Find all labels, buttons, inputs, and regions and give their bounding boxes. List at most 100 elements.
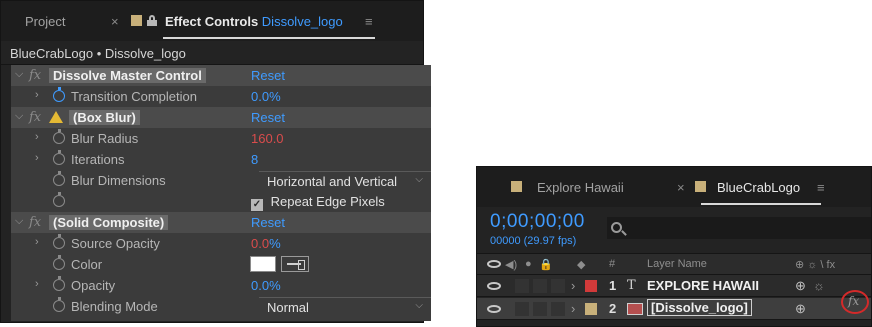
- stopwatch-icon[interactable]: [53, 297, 65, 315]
- effect-row-solid-composite[interactable]: ⌵ fx (Solid Composite) Reset: [11, 212, 431, 233]
- blur-dimensions-dropdown[interactable]: Horizontal and Vertical ⌵: [259, 171, 431, 190]
- property-value[interactable]: 160.0: [251, 131, 284, 146]
- lock-icon[interactable]: [147, 15, 157, 26]
- breadcrumb-text: BlueCrabLogo • Dissolve_logo: [10, 46, 186, 61]
- layer-label-color[interactable]: [585, 280, 597, 292]
- stopwatch-icon[interactable]: [53, 192, 65, 210]
- active-tab-underline: [701, 203, 821, 205]
- chevron-down-icon[interactable]: ⌵: [15, 110, 23, 123]
- fx-icon[interactable]: fx: [848, 294, 859, 308]
- fx-icon[interactable]: fx: [29, 215, 41, 230]
- chevron-right-icon[interactable]: ›: [35, 89, 39, 101]
- repeat-edge-pixels-checkbox[interactable]: ✓ Repeat Edge Pixels: [251, 194, 385, 211]
- property-row-transition-completion: › Transition Completion 0.0%: [11, 86, 431, 107]
- layer-row[interactable]: › 1 T EXPLORE HAWAII ⊕ ☼: [477, 275, 871, 297]
- layer-name[interactable]: [Dissolve_logo]: [647, 299, 752, 316]
- tab-effect-controls-layer: Dissolve_logo: [261, 14, 343, 29]
- dropdown-value: Normal: [267, 300, 309, 315]
- effect-row-box-blur[interactable]: ⌵ fx (Box Blur) Reset: [11, 107, 431, 128]
- tab-close-icon[interactable]: ×: [677, 180, 685, 195]
- chevron-down-icon[interactable]: ⌵: [15, 215, 23, 228]
- lock-toggle[interactable]: [551, 302, 565, 316]
- label-tag-icon[interactable]: ◆: [577, 258, 585, 271]
- search-input[interactable]: [607, 217, 871, 239]
- chevron-right-icon[interactable]: ›: [35, 278, 39, 290]
- precomp-icon: [627, 303, 643, 315]
- lock-toggle[interactable]: [551, 279, 565, 293]
- timeline-panel: Explore Hawaii × BlueCrabLogo ≡ 0;00;00;…: [476, 166, 872, 327]
- property-row-blending-mode: Blending Mode Normal ⌵: [11, 296, 431, 317]
- tab-project[interactable]: Project: [25, 14, 65, 29]
- property-row-blur-dimensions: Blur Dimensions Horizontal and Vertical …: [11, 170, 431, 191]
- audio-toggle[interactable]: [515, 279, 529, 293]
- audio-toggle[interactable]: [515, 302, 529, 316]
- property-name: Blur Dimensions: [71, 173, 166, 188]
- property-value[interactable]: 0.0%: [251, 89, 281, 104]
- reset-link[interactable]: Reset: [251, 215, 285, 230]
- stopwatch-icon[interactable]: [53, 234, 65, 252]
- property-name: Color: [71, 257, 103, 272]
- eye-icon[interactable]: [487, 305, 501, 313]
- stopwatch-icon[interactable]: [53, 129, 65, 147]
- effect-row-dissolve-master-control[interactable]: ⌵ fx Dissolve Master Control Reset: [11, 65, 431, 86]
- stopwatch-icon[interactable]: [53, 171, 65, 189]
- breadcrumb: BlueCrabLogo • Dissolve_logo: [1, 41, 423, 65]
- solo-icon[interactable]: ●: [525, 258, 532, 270]
- checkbox-label: Repeat Edge Pixels: [270, 194, 385, 209]
- property-value[interactable]: 0.0%: [251, 236, 281, 251]
- stopwatch-icon[interactable]: [53, 150, 65, 168]
- eye-icon[interactable]: [487, 260, 501, 268]
- reset-link[interactable]: Reset: [251, 110, 285, 125]
- layer-number-header: #: [609, 258, 616, 270]
- property-name: Iterations: [71, 152, 125, 167]
- stopwatch-icon[interactable]: [53, 255, 65, 273]
- warning-icon: [49, 111, 63, 126]
- stopwatch-icon[interactable]: [53, 276, 65, 294]
- stopwatch-icon[interactable]: [53, 87, 65, 105]
- tab-effect-controls-label: Effect Controls: [165, 14, 259, 29]
- effect-controls-panel: Project × Effect Controls Dissolve_logo …: [0, 0, 431, 323]
- current-time-display[interactable]: 0;00;00;00: [490, 211, 585, 233]
- chevron-right-icon[interactable]: ›: [571, 301, 575, 316]
- layer-row[interactable]: › 2 [Dissolve_logo] ⊕: [477, 298, 871, 320]
- layer-number: 2: [609, 301, 617, 316]
- fx-icon[interactable]: fx: [29, 110, 41, 125]
- solo-toggle[interactable]: [533, 279, 547, 293]
- switches-header: ⊕ ☼ \ fx: [795, 259, 836, 271]
- shy-switch-icon[interactable]: ⊕: [795, 278, 806, 294]
- chevron-right-icon[interactable]: ›: [571, 278, 575, 293]
- chevron-right-icon[interactable]: ›: [35, 236, 39, 248]
- layer-label-color[interactable]: [585, 303, 597, 315]
- fx-icon[interactable]: fx: [29, 68, 41, 83]
- chevron-right-icon[interactable]: ›: [35, 152, 39, 164]
- blending-mode-dropdown[interactable]: Normal ⌵: [259, 297, 431, 316]
- layer-column-header: ◀) ● 🔒 ◆ # Layer Name ⊕ ☼ \ fx: [477, 253, 871, 275]
- property-value[interactable]: 0.0%: [251, 278, 281, 293]
- active-tab-underline: [163, 37, 375, 39]
- color-swatch[interactable]: [250, 256, 276, 272]
- chevron-down-icon: ⌵: [415, 174, 423, 185]
- layer-name[interactable]: EXPLORE HAWAII: [647, 278, 759, 293]
- chevron-down-icon[interactable]: ⌵: [15, 68, 23, 81]
- audio-icon[interactable]: ◀): [505, 258, 517, 271]
- tab-effect-controls[interactable]: Effect Controls Dissolve_logo: [165, 14, 343, 29]
- solo-toggle[interactable]: [533, 302, 547, 316]
- chevron-right-icon[interactable]: ›: [35, 131, 39, 143]
- eye-icon[interactable]: [487, 282, 501, 290]
- layer-name-header[interactable]: Layer Name: [647, 258, 707, 270]
- tab-bluecrablogo[interactable]: BlueCrabLogo: [717, 180, 800, 195]
- label-color-swatch: [131, 15, 142, 26]
- property-row-blur-radius: › Blur Radius 160.0: [11, 128, 431, 149]
- collapse-switch-icon[interactable]: ☼: [813, 278, 825, 293]
- dropdown-value: Horizontal and Vertical: [267, 174, 398, 189]
- property-name: Blur Radius: [71, 131, 139, 146]
- tab-explore-hawaii[interactable]: Explore Hawaii: [537, 180, 624, 195]
- lock-icon[interactable]: 🔒: [539, 258, 553, 271]
- shy-switch-icon[interactable]: ⊕: [795, 301, 806, 317]
- eyedropper-icon[interactable]: [281, 256, 309, 272]
- panel-menu-icon[interactable]: ≡: [365, 14, 373, 29]
- panel-menu-icon[interactable]: ≡: [817, 180, 825, 195]
- tab-close-icon[interactable]: ×: [111, 14, 119, 29]
- property-value[interactable]: 8: [251, 152, 258, 167]
- reset-link[interactable]: Reset: [251, 68, 285, 83]
